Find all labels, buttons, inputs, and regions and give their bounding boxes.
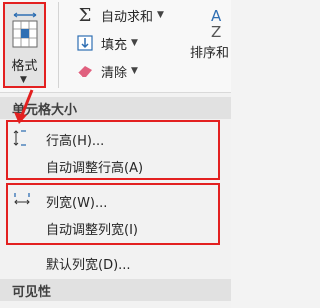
ribbon: 格式 ▼ Σ 自动求和 ▼ 填充 ▼ 清除 ▼ A Z 排序和	[0, 0, 231, 92]
fill-label: 填充	[101, 37, 128, 53]
sigma-icon: Σ	[78, 4, 92, 26]
column-width-label: 列宽(W)...	[46, 195, 108, 211]
row-height-icon	[13, 130, 26, 146]
column-width-icon	[14, 193, 30, 205]
sort-filter-label[interactable]: 排序和	[190, 42, 229, 61]
format-button-label: 格式	[11, 59, 38, 74]
chevron-down-icon: ▼	[157, 10, 164, 20]
fill-down-icon	[75, 35, 95, 51]
section-header-cell-size: 单元格大小	[0, 97, 231, 119]
menu-item-default-column-width[interactable]: 默认列宽(D)...	[0, 251, 231, 275]
ribbon-separator	[58, 2, 59, 88]
sort-letter-z: Z	[211, 23, 221, 41]
menu-item-column-width[interactable]: 列宽(W)...	[0, 189, 231, 213]
autosum-button[interactable]: Σ 自动求和 ▼	[75, 4, 164, 26]
section-header-visibility: 可见性	[0, 279, 231, 301]
menu-item-row-height[interactable]: 行高(H)...	[0, 127, 231, 151]
format-button[interactable]: 格式 ▼	[3, 2, 46, 88]
row-height-label: 行高(H)...	[46, 133, 105, 149]
format-dropdown-menu: 单元格大小 行高(H)... 自动调整行高(A) 列宽(W)... 自动调整列宽…	[0, 92, 231, 308]
clear-button[interactable]: 清除 ▼	[75, 60, 138, 82]
chevron-down-icon: ▼	[131, 66, 138, 76]
fill-button[interactable]: 填充 ▼	[75, 32, 138, 54]
autofit-column-width-label: 自动调整列宽(I)	[46, 222, 138, 238]
clear-label: 清除	[101, 65, 128, 81]
chevron-down-icon: ▼	[131, 38, 138, 48]
default-column-width-label: 默认列宽(D)...	[46, 257, 131, 273]
menu-item-autofit-row-height[interactable]: 自动调整行高(A)	[0, 154, 231, 178]
menu-item-autofit-column-width[interactable]: 自动调整列宽(I)	[0, 216, 231, 240]
format-cells-icon	[12, 12, 38, 48]
chevron-down-icon: ▼	[20, 75, 27, 85]
autosum-label: 自动求和	[101, 9, 154, 25]
eraser-icon	[75, 64, 95, 78]
autofit-row-height-label: 自动调整行高(A)	[46, 160, 144, 176]
